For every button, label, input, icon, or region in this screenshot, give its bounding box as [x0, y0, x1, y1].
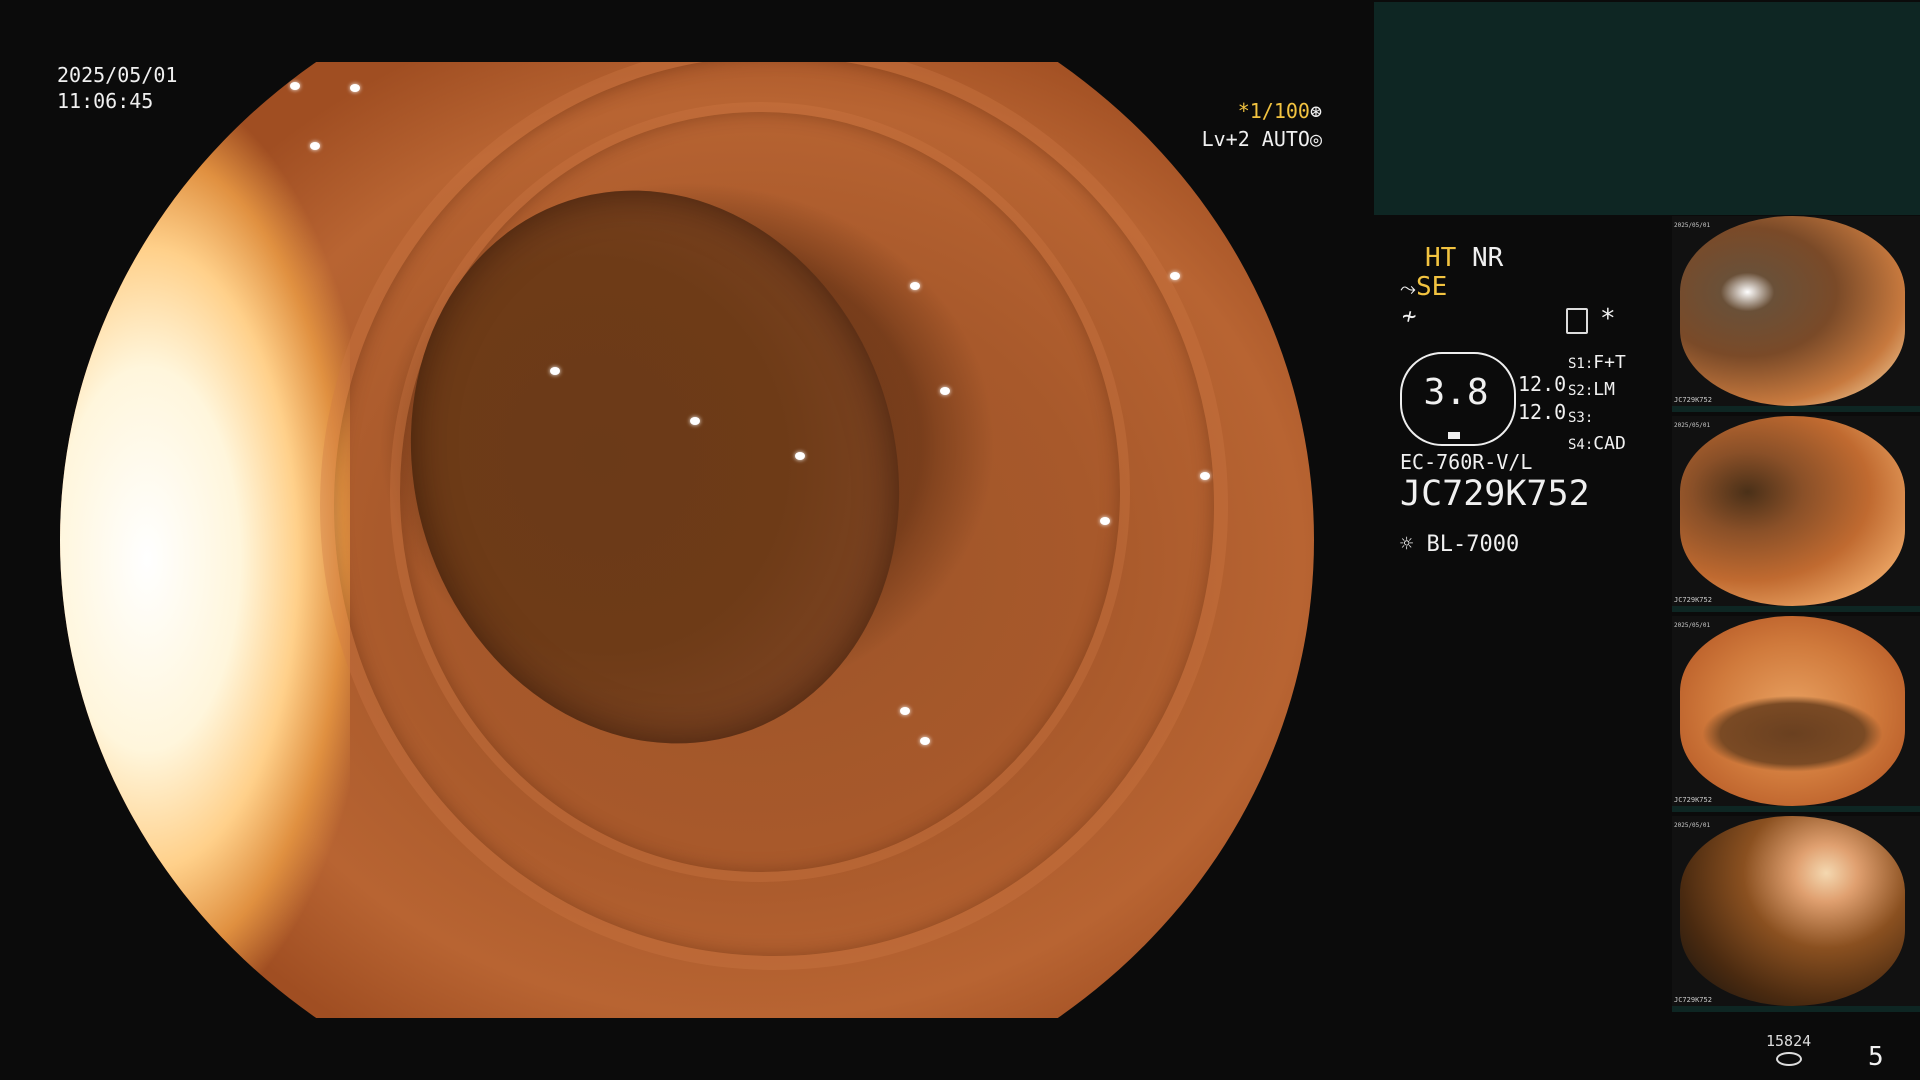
parameter-values: 12.0 12.0	[1518, 370, 1566, 426]
se-label: SE	[1416, 272, 1448, 302]
thumbnail-bar	[1672, 806, 1920, 812]
specular-highlight	[795, 452, 805, 460]
thumbnail-date: 2025/05/01	[1674, 222, 1711, 229]
level-text: Lv+2 AUTO	[1201, 127, 1310, 151]
thumbnail-image	[1680, 616, 1905, 806]
memory-icon	[1566, 308, 1588, 334]
ht-nr-indicator: HT NR	[1425, 243, 1503, 273]
specular-highlight	[940, 387, 950, 395]
endoscope-view	[60, 62, 1314, 1018]
thumbnail[interactable]: 2025/05/01 JC729K752	[1672, 216, 1920, 412]
thumbnail[interactable]: 2025/05/01 JC729K752	[1672, 816, 1920, 1012]
slot-row: S4:CAD	[1568, 431, 1626, 458]
aperture-icon: ⊛	[1309, 99, 1322, 123]
value-bottom: 12.0	[1518, 400, 1567, 424]
iris-icon: ◎	[1309, 127, 1322, 151]
scope-serial: JC729K752	[1400, 474, 1590, 514]
switch-assignments: S1:F+T S2:LM S3: S4:CAD	[1568, 350, 1626, 458]
page-number: 5	[1868, 1042, 1884, 1072]
zoom-marker	[1448, 432, 1460, 439]
star-icon: *	[1600, 304, 1616, 334]
thumbnail[interactable]: 2025/05/01 JC729K752	[1672, 616, 1920, 812]
thumbnail-bar	[1672, 1006, 1920, 1012]
slot-row: S1:F+T	[1568, 350, 1626, 377]
nr-label: NR	[1471, 243, 1504, 273]
light-icon: ☼	[1400, 532, 1414, 557]
thumbnail-serial: JC729K752	[1674, 796, 1712, 804]
slot-value: CAD	[1593, 433, 1626, 454]
thumbnail-date: 2025/05/01	[1674, 422, 1711, 429]
light-source: ☼ BL-7000	[1400, 532, 1519, 557]
slot-value: LM	[1593, 379, 1615, 400]
date-text: 2025/05/01	[57, 63, 178, 87]
specular-highlight	[290, 82, 300, 90]
thumbnail-date: 2025/05/01	[1674, 622, 1711, 629]
specular-highlight	[550, 367, 560, 375]
slot-key: S2:	[1568, 383, 1594, 399]
value-top: 12.0	[1518, 372, 1567, 396]
thumbnail-serial: JC729K752	[1674, 396, 1712, 404]
thumbnail-serial: JC729K752	[1674, 996, 1712, 1004]
zoom-value: 3.8	[1423, 372, 1489, 413]
thumbnail[interactable]: 2025/05/01 JC729K752	[1672, 416, 1920, 612]
slot-row: S2:LM	[1568, 377, 1626, 404]
specular-highlight	[350, 84, 360, 92]
storage-count: 15824	[1766, 1032, 1812, 1050]
slot-key: S1:	[1568, 356, 1594, 372]
specular-highlight	[1100, 517, 1110, 525]
specular-highlight	[1200, 472, 1210, 480]
specular-highlight	[310, 142, 320, 150]
structure-enhance-icon: ⤳	[1400, 276, 1416, 300]
thumbnail-date: 2025/05/01	[1674, 822, 1711, 829]
storage-icon	[1776, 1052, 1802, 1066]
specular-highlight	[900, 707, 910, 715]
tone-curve-icon: ≁	[1402, 302, 1417, 330]
slot-value: F+T	[1593, 352, 1626, 373]
slot-row: S3:	[1568, 404, 1626, 431]
light-source-label: BL-7000	[1426, 532, 1520, 557]
thumbnail-bar	[1672, 606, 1920, 612]
ht-label: HT	[1425, 243, 1457, 273]
shutter-text: *1/100	[1237, 99, 1310, 123]
slot-key: S3:	[1568, 410, 1594, 426]
light-glare	[60, 62, 350, 1018]
thumbnail-bar	[1672, 406, 1920, 412]
thumbnail-serial: JC729K752	[1674, 596, 1712, 604]
specular-highlight	[690, 417, 700, 425]
info-panel-header	[1374, 2, 1920, 215]
datetime: 2025/05/01 11:06:45	[57, 62, 177, 114]
specular-highlight	[910, 282, 920, 290]
time-text: 11:06:45	[57, 89, 154, 113]
specular-highlight	[920, 737, 930, 745]
slot-key: S4:	[1568, 437, 1594, 453]
thumbnail-image	[1680, 416, 1905, 606]
specular-highlight	[1170, 272, 1180, 280]
exposure-level: Lv+2 AUTO◎	[1195, 127, 1322, 151]
scope-model: EC-760R-V/L	[1400, 450, 1533, 474]
thumbnail-image	[1680, 816, 1905, 1006]
shutter-speed: *1/100⊛	[1212, 99, 1322, 123]
se-indicator: ⤳SE	[1400, 272, 1447, 302]
thumbnail-image	[1680, 216, 1905, 406]
